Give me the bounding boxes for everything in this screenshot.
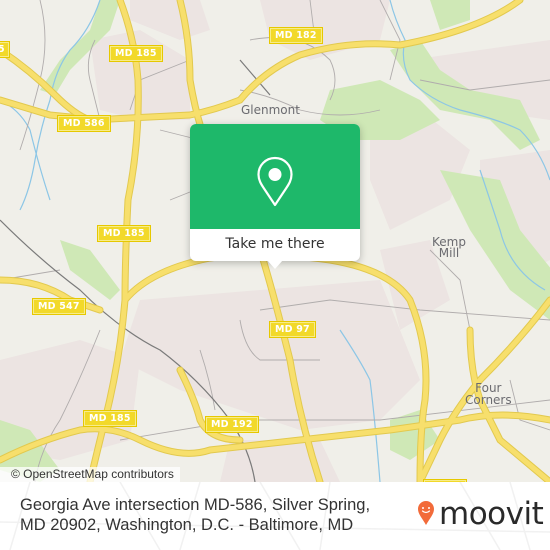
- road-shield-partial: 5: [0, 41, 10, 58]
- place-label-glenmont: Glenmont: [241, 103, 300, 117]
- popup-header: [190, 124, 360, 229]
- place-label-kemp-mill: Kemp Mill: [432, 236, 466, 260]
- take-me-there-button[interactable]: Take me there: [190, 229, 360, 261]
- road-shield-md-182: MD 182: [269, 27, 323, 44]
- popup-pointer: [267, 260, 283, 269]
- footer: Georgia Ave intersection MD-586, Silver …: [0, 482, 550, 550]
- place-label-four-corners: Four Corners: [465, 382, 512, 406]
- road-shield-md-97: MD 97: [269, 321, 316, 338]
- place-label-line: Corners: [465, 393, 512, 407]
- moovit-pin-icon: [418, 501, 434, 525]
- location-popup: Take me there: [190, 124, 360, 269]
- road-shield-md-586: MD 586: [57, 115, 111, 132]
- map-canvas[interactable]: MD 185 MD 182 MD 586 MD 185 MD 547 MD 97…: [0, 0, 550, 482]
- place-label-line: Mill: [438, 246, 460, 260]
- location-address: Georgia Ave intersection MD-586, Silver …: [20, 496, 371, 534]
- road-shield-md-192: MD 192: [205, 416, 259, 433]
- moovit-wordmark: moovit: [439, 496, 544, 532]
- moovit-logo[interactable]: moovit: [417, 496, 544, 536]
- map-attribution[interactable]: © OpenStreetMap contributors: [0, 467, 180, 482]
- road-shield-md-185: MD 185: [109, 45, 163, 62]
- road-shield-md-185: MD 185: [97, 225, 151, 242]
- road-shield-md-547: MD 547: [32, 298, 86, 315]
- location-pin-icon: [257, 156, 293, 207]
- road-shield-md-185: MD 185: [83, 410, 137, 427]
